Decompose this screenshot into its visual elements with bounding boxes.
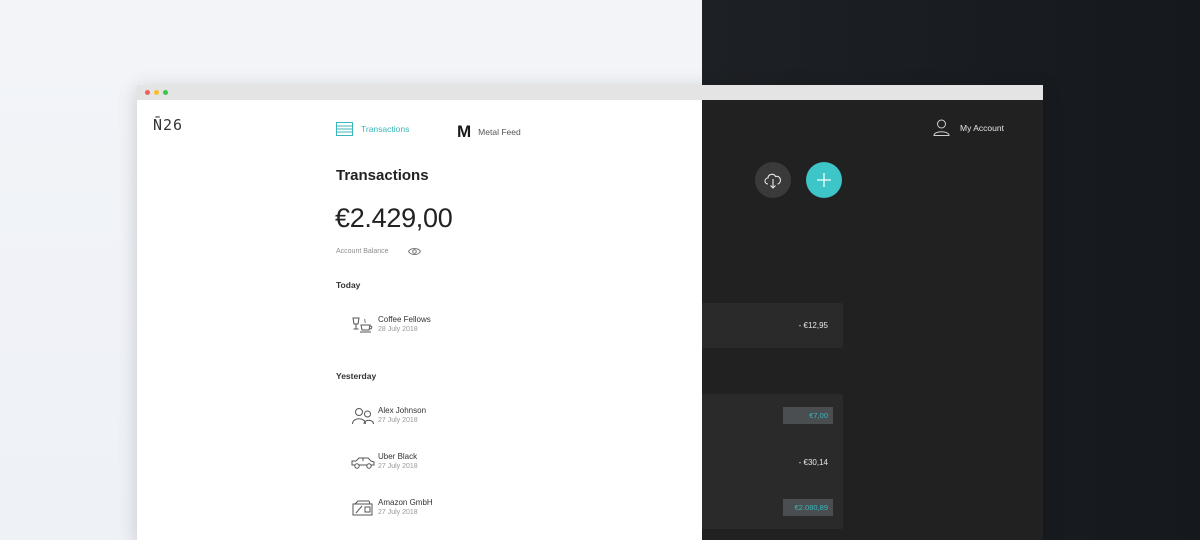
transactions-icon bbox=[336, 122, 353, 136]
account-balance: €2.429,00 bbox=[335, 203, 453, 233]
transactions-card-yesterday: Alex Johnson 27 July 2018 €7,00 Uber Bla… bbox=[337, 394, 843, 529]
transaction-row[interactable]: Uber Black 27 July 2018 - €30,14 bbox=[337, 440, 843, 486]
download-button[interactable] bbox=[755, 162, 791, 198]
transaction-row[interactable]: Alex Johnson 27 July 2018 €7,00 bbox=[337, 394, 843, 440]
transaction-date: 27 July 2018 bbox=[378, 463, 418, 470]
eye-icon[interactable] bbox=[408, 247, 421, 256]
section-label-today: Today bbox=[336, 280, 361, 290]
transaction-amount: - €30,14 bbox=[798, 458, 828, 467]
transaction-name: Amazon GmbH bbox=[378, 498, 433, 507]
coffee-icon bbox=[352, 317, 373, 333]
nav-metal-feed[interactable]: M Metal Feed bbox=[457, 122, 521, 142]
transaction-date: 27 July 2018 bbox=[378, 509, 418, 516]
nav-transactions-label: Transactions bbox=[361, 124, 410, 134]
cloud-download-icon bbox=[764, 173, 781, 189]
transaction-row[interactable]: Coffee Fellows 28 July 2018 - €12,95 bbox=[337, 303, 843, 348]
section-label-yesterday: Yesterday bbox=[336, 371, 377, 381]
my-account-link[interactable]: My Account bbox=[933, 119, 1004, 136]
transaction-amount: - €12,95 bbox=[798, 321, 828, 330]
n26-logo[interactable]: N̄26 bbox=[153, 116, 183, 134]
nav-metal-feed-label: Metal Feed bbox=[478, 127, 521, 137]
transactions-card-today: Coffee Fellows 28 July 2018 - €12,95 bbox=[337, 303, 843, 348]
transaction-name: Alex Johnson bbox=[378, 406, 427, 415]
transaction-name: Coffee Fellows bbox=[378, 315, 431, 324]
my-account-label: My Account bbox=[960, 122, 1004, 133]
plus-icon bbox=[817, 173, 831, 187]
transaction-date: 28 July 2018 bbox=[378, 326, 418, 333]
user-icon bbox=[933, 119, 950, 136]
minimize-dot[interactable] bbox=[154, 90, 159, 95]
window-titlebar bbox=[137, 85, 1043, 100]
wallet-icon bbox=[352, 500, 373, 516]
car-icon bbox=[351, 457, 375, 469]
account-balance-label: Account Balance bbox=[336, 248, 389, 255]
page-title: Transactions bbox=[336, 167, 429, 184]
maximize-dot[interactable] bbox=[163, 90, 168, 95]
add-button[interactable] bbox=[806, 162, 842, 198]
transaction-amount-credit: €2.080,89 bbox=[783, 499, 833, 516]
nav-transactions[interactable]: Transactions bbox=[336, 122, 409, 136]
transaction-name: Uber Black bbox=[378, 452, 418, 461]
people-icon bbox=[352, 408, 374, 425]
close-dot[interactable] bbox=[145, 90, 150, 95]
transaction-date: 27 July 2018 bbox=[378, 417, 418, 424]
metal-feed-icon: M bbox=[457, 122, 471, 141]
transaction-row[interactable]: Amazon GmbH 27 July 2018 €2.080,89 bbox=[337, 486, 843, 529]
transaction-amount-credit: €7,00 bbox=[783, 407, 833, 424]
